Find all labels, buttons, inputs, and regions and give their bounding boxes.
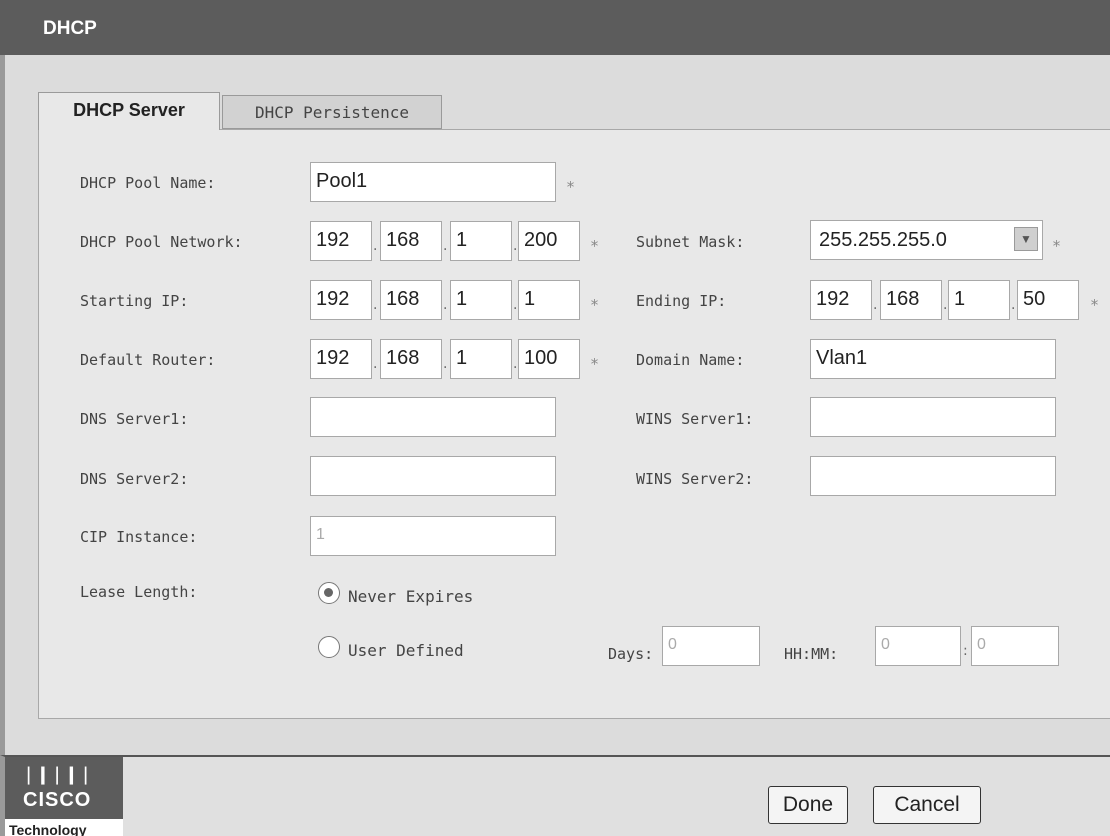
hhmm-label: HH:MM: <box>784 645 839 663</box>
time-colon: : <box>963 643 968 659</box>
wins-server1-label: WINS Server1: <box>636 410 754 428</box>
pool-name-label: DHCP Pool Name: <box>80 174 216 192</box>
octet-dot: . <box>873 297 878 313</box>
required-mark: * <box>590 355 600 373</box>
user-defined-label: User Defined <box>348 641 464 660</box>
octet-dot: . <box>513 297 518 313</box>
ending-ip-octet3[interactable]: 1 <box>948 280 1010 320</box>
dns-server2-label: DNS Server2: <box>80 470 189 488</box>
domain-name-label: Domain Name: <box>636 351 745 369</box>
ending-ip-label: Ending IP: <box>636 292 727 310</box>
ending-ip-octet1[interactable]: 192 <box>810 280 872 320</box>
wins-server2-label: WINS Server2: <box>636 470 754 488</box>
pool-network-octet2[interactable]: 168 <box>380 221 442 261</box>
starting-ip-octet2[interactable]: 168 <box>380 280 442 320</box>
default-router-label: Default Router: <box>80 351 216 369</box>
octet-dot: . <box>373 356 378 372</box>
domain-name-input[interactable]: Vlan1 <box>810 339 1056 379</box>
required-mark: * <box>590 237 600 255</box>
pool-network-octet4[interactable]: 200 <box>518 221 580 261</box>
required-mark: * <box>566 178 576 196</box>
subnet-mask-label: Subnet Mask: <box>636 233 745 251</box>
never-expires-radio[interactable] <box>318 582 340 604</box>
dns-server1-label: DNS Server1: <box>80 410 189 428</box>
default-router-octet1[interactable]: 192 <box>310 339 372 379</box>
pool-name-input[interactable]: Pool1 <box>310 162 556 202</box>
starting-ip-octet3[interactable]: 1 <box>450 280 512 320</box>
octet-dot: . <box>943 297 948 313</box>
window-titlebar: DHCP <box>0 0 1110 55</box>
logo-bars: ❘❙❘❙❘ <box>22 763 94 788</box>
starting-ip-octet4[interactable]: 1 <box>518 280 580 320</box>
required-mark: * <box>1090 296 1100 314</box>
wins-server1-input[interactable] <box>810 397 1056 437</box>
cisco-logo-icon: ❘❙❘❙❘ CISCO Technology <box>5 757 123 836</box>
starting-ip-octet1[interactable]: 192 <box>310 280 372 320</box>
octet-dot: . <box>513 238 518 254</box>
required-mark: * <box>1052 237 1062 255</box>
default-router-octet4[interactable]: 100 <box>518 339 580 379</box>
octet-dot: . <box>373 238 378 254</box>
days-input: 0 <box>662 626 760 666</box>
subnet-mask-value: 255.255.255.0 <box>819 229 947 251</box>
dns-server1-input[interactable] <box>310 397 556 437</box>
octet-dot: . <box>443 297 448 313</box>
ending-ip-octet4[interactable]: 50 <box>1017 280 1079 320</box>
logo-tagline: Technology <box>5 819 123 836</box>
cip-instance-label: CIP Instance: <box>80 528 198 546</box>
cancel-button[interactable]: Cancel <box>873 786 981 824</box>
chevron-down-icon[interactable]: ▼ <box>1014 227 1038 251</box>
days-label: Days: <box>608 645 654 663</box>
subnet-mask-select[interactable]: 255.255.255.0 ▼ <box>810 220 1043 260</box>
default-router-octet2[interactable]: 168 <box>380 339 442 379</box>
lease-length-label: Lease Length: <box>80 583 198 601</box>
logo-word: CISCO <box>23 789 92 811</box>
user-defined-radio[interactable] <box>318 636 340 658</box>
tab-dhcp-persistence[interactable]: DHCP Persistence <box>222 95 442 129</box>
pool-network-octet1[interactable]: 192 <box>310 221 372 261</box>
octet-dot: . <box>1011 297 1016 313</box>
starting-ip-label: Starting IP: <box>80 292 189 310</box>
octet-dot: . <box>373 297 378 313</box>
cip-instance-input: 1 <box>310 516 556 556</box>
minutes-input: 0 <box>971 626 1059 666</box>
wins-server2-input[interactable] <box>810 456 1056 496</box>
default-router-octet3[interactable]: 1 <box>450 339 512 379</box>
required-mark: * <box>590 296 600 314</box>
tab-dhcp-server[interactable]: DHCP Server <box>38 92 220 130</box>
never-expires-label: Never Expires <box>348 587 474 606</box>
octet-dot: . <box>443 356 448 372</box>
window-title: DHCP <box>43 18 97 39</box>
ending-ip-octet2[interactable]: 168 <box>880 280 942 320</box>
pool-network-label: DHCP Pool Network: <box>80 233 243 251</box>
dns-server2-input[interactable] <box>310 456 556 496</box>
octet-dot: . <box>443 238 448 254</box>
pool-network-octet3[interactable]: 1 <box>450 221 512 261</box>
hours-input: 0 <box>875 626 961 666</box>
done-button[interactable]: Done <box>768 786 848 824</box>
octet-dot: . <box>513 356 518 372</box>
